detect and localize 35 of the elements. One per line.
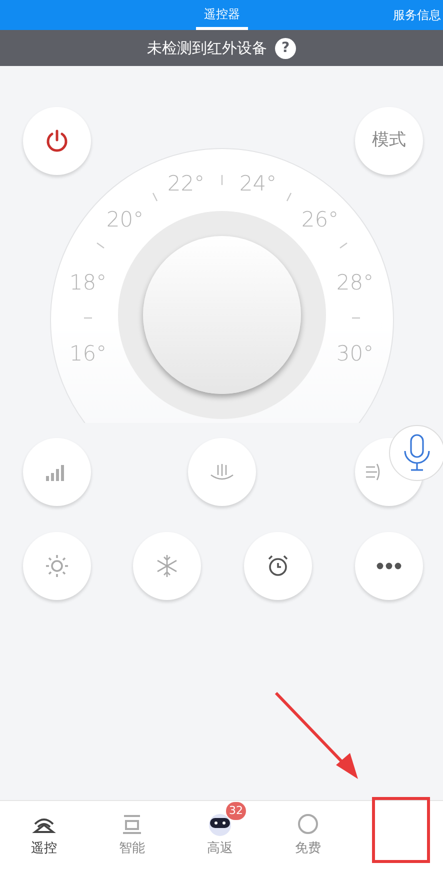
power-button[interactable] <box>23 107 91 175</box>
alarm-clock-icon <box>266 554 290 578</box>
temperature-label: 22° <box>167 170 205 198</box>
more-button[interactable] <box>355 532 423 600</box>
heat-button[interactable] <box>23 532 91 600</box>
temperature-label: 30° <box>336 340 374 368</box>
fan-speed-button[interactable] <box>23 438 91 506</box>
tab-bar-item[interactable]: 智能 <box>88 801 176 869</box>
mode-button[interactable]: 模式 <box>355 107 423 175</box>
timer-button[interactable] <box>244 532 312 600</box>
tab-bar-item[interactable]: 高返 32 <box>176 801 264 869</box>
sun-icon <box>44 553 70 579</box>
temperature-label: 26° <box>301 206 339 234</box>
swing-button[interactable] <box>188 438 256 506</box>
wind-icon <box>365 463 381 481</box>
notice-text: 未检测到红外设备 <box>147 38 267 59</box>
header-tab[interactable]: 服务信息 <box>393 0 441 30</box>
airflow-icon <box>209 463 235 481</box>
power-icon <box>45 129 69 153</box>
help-icon[interactable]: ? <box>275 38 296 58</box>
notification-badge: 32 <box>226 802 246 820</box>
temperature-label: 18° <box>69 269 107 296</box>
microphone-icon <box>402 433 432 473</box>
more-icon <box>376 562 402 570</box>
circle-icon <box>296 812 320 836</box>
tab-bar-item[interactable]: 免费 <box>264 801 352 869</box>
annotation-box <box>372 797 430 863</box>
snowflake-icon <box>155 554 179 578</box>
temperature-label: 16° <box>69 340 107 368</box>
temperature-label: 20° <box>106 206 144 234</box>
temperature-label: 28° <box>336 269 374 296</box>
temperature-label: 24° <box>239 170 277 198</box>
cool-button[interactable] <box>133 532 201 600</box>
tab-bar-item[interactable]: 遥控 <box>0 801 88 869</box>
microphone-button[interactable] <box>389 425 443 481</box>
